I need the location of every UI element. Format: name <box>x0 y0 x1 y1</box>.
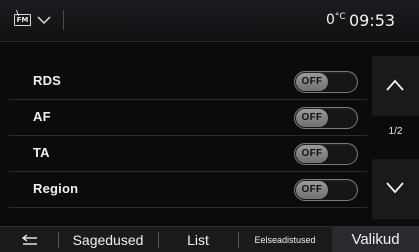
tab-options[interactable]: Valikud <box>332 227 419 252</box>
af-toggle[interactable]: OFF <box>294 107 358 129</box>
scroll-up-button[interactable] <box>372 56 419 116</box>
ta-toggle[interactable]: OFF <box>294 143 358 165</box>
clock: 09:53 <box>349 11 396 30</box>
tab-frequencies[interactable]: Sagedused <box>58 227 158 252</box>
settings-list: RDS OFF AF OFF TA OFF Region OFF <box>9 64 367 208</box>
scroll-controls: 1/2 <box>372 56 419 219</box>
setting-row-region[interactable]: Region OFF <box>9 172 367 208</box>
tab-presets[interactable]: Eelseadistused <box>238 227 332 252</box>
scroll-down-button[interactable] <box>372 159 419 219</box>
setting-label: RDS <box>33 73 62 88</box>
chevron-down-icon[interactable] <box>37 13 51 27</box>
region-toggle[interactable]: OFF <box>294 179 358 201</box>
chevron-up-icon <box>386 79 404 91</box>
tab-list[interactable]: List <box>158 227 238 252</box>
toggle-knob: OFF <box>296 145 328 163</box>
fm-icon-label: FM <box>16 16 29 24</box>
setting-label: TA <box>33 145 50 160</box>
temperature-unit: °C <box>334 12 346 22</box>
chevron-down-icon <box>386 182 404 194</box>
rds-toggle[interactable]: OFF <box>294 71 358 93</box>
page-indicator: 1/2 <box>388 126 403 137</box>
back-arrow-icon <box>22 234 37 245</box>
radio-settings-screen: FM 0°C 09:53 RDS OFF AF OFF TA OFF Regio… <box>0 0 419 252</box>
setting-row-af[interactable]: AF OFF <box>9 100 367 136</box>
outside-temperature: 0°C <box>326 12 346 28</box>
setting-row-ta[interactable]: TA OFF <box>9 136 367 172</box>
toggle-knob: OFF <box>296 109 328 127</box>
setting-label: AF <box>33 109 51 124</box>
toggle-knob: OFF <box>296 181 328 199</box>
temperature-value: 0 <box>326 12 335 28</box>
setting-row-rds[interactable]: RDS OFF <box>9 64 367 100</box>
back-button[interactable] <box>0 227 58 252</box>
toggle-knob: OFF <box>296 73 328 91</box>
topbar-divider <box>63 10 64 30</box>
bottom-tab-bar: Sagedused List Eelseadistused Valikud <box>0 226 419 252</box>
fm-radio-icon[interactable]: FM <box>14 10 31 26</box>
setting-label: Region <box>33 181 79 196</box>
top-status-bar: FM 0°C 09:53 <box>0 0 419 42</box>
